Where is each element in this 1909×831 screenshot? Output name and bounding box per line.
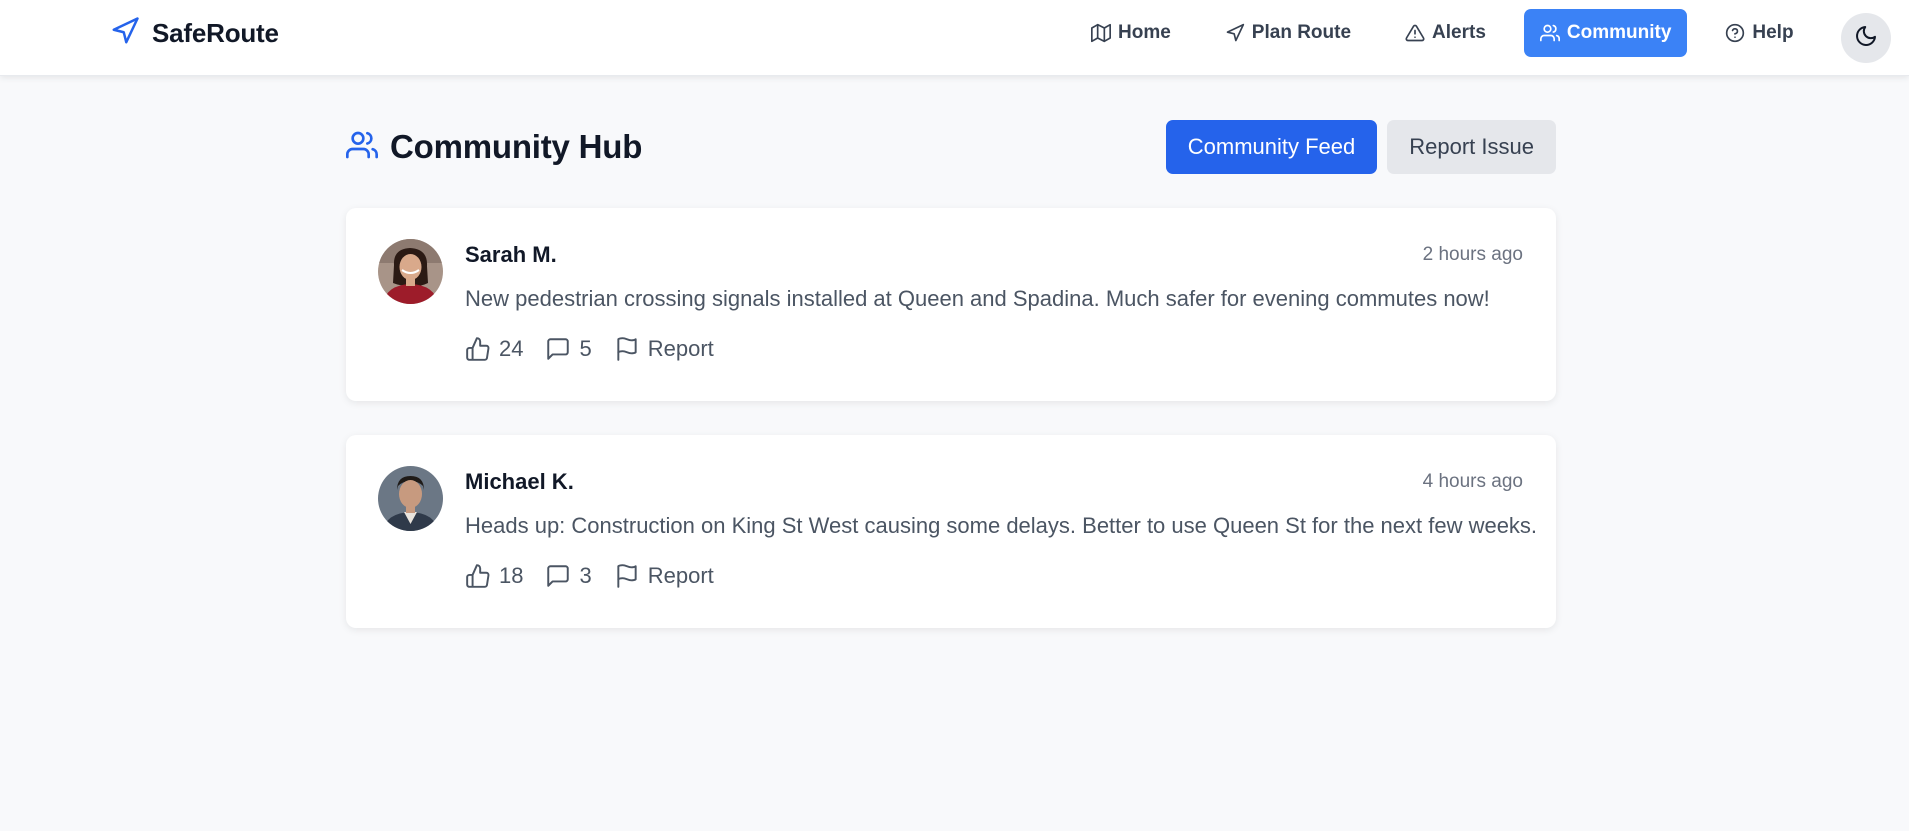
theme-toggle-button[interactable]	[1841, 13, 1891, 63]
report-button[interactable]: Report	[614, 336, 714, 362]
help-circle-icon	[1725, 23, 1745, 43]
like-count: 18	[499, 563, 524, 588]
nav-item-label: Community	[1566, 22, 1672, 43]
post-timestamp: 4 hours ago	[1422, 471, 1523, 492]
flag-icon	[614, 563, 640, 589]
message-square-icon	[545, 563, 571, 589]
post-timestamp: 2 hours ago	[1422, 244, 1523, 265]
moon-icon	[1854, 24, 1878, 53]
nav-item-alerts[interactable]: Alerts	[1389, 9, 1502, 57]
comment-button[interactable]: 5	[545, 336, 592, 362]
report-button[interactable]: Report	[614, 563, 714, 589]
report-label: Report	[647, 336, 714, 361]
post-actions: 18 3 Report	[465, 563, 714, 589]
hub-tabs: Community Feed Report Issue	[1165, 120, 1556, 174]
like-button[interactable]: 18	[465, 563, 523, 589]
tab-community-feed[interactable]: Community Feed	[1165, 120, 1378, 174]
thumbs-up-icon	[465, 336, 491, 362]
comment-count: 5	[579, 336, 592, 361]
report-label: Report	[647, 563, 714, 588]
post-card: Sarah M. 2 hours ago New pedestrian cros…	[346, 208, 1556, 401]
flag-icon	[614, 336, 640, 362]
like-button[interactable]: 24	[465, 336, 523, 362]
page-title-text: Community Hub	[390, 128, 643, 165]
users-icon	[346, 129, 378, 166]
nav-item-help[interactable]: Help	[1709, 9, 1809, 57]
page-title: Community Hub	[346, 128, 642, 166]
post-text: Heads up: Construction on King St West c…	[465, 513, 1538, 538]
navigation-icon	[110, 16, 140, 51]
post-author: Michael K.	[465, 469, 574, 494]
nav-item-label: Home	[1118, 22, 1171, 43]
hub-header: Community Hub Community Feed Report Issu…	[346, 76, 1556, 208]
avatar[interactable]	[378, 466, 443, 531]
nav-item-label: Alerts	[1432, 22, 1486, 43]
map-icon	[1091, 23, 1111, 43]
post-author: Sarah M.	[465, 242, 557, 267]
nav-item-home[interactable]: Home	[1075, 9, 1187, 57]
nav-item-community[interactable]: Community	[1523, 9, 1688, 57]
post-card: Michael K. 4 hours ago Heads up: Constru…	[346, 435, 1556, 628]
brand-logo[interactable]: SafeRoute	[110, 16, 279, 50]
main-nav: Home Plan Route Alerts Community Help	[1075, 9, 1810, 57]
post-actions: 24 5 Report	[465, 336, 714, 362]
alert-triangle-icon	[1405, 23, 1425, 43]
users-icon	[1539, 23, 1560, 43]
nav-item-label: Plan Route	[1251, 22, 1352, 43]
top-navbar: SafeRoute Home Plan Route Alerts Communi…	[0, 0, 1909, 76]
brand-name: SafeRoute	[152, 17, 279, 48]
tab-report-issue[interactable]: Report Issue	[1387, 120, 1556, 174]
avatar[interactable]	[378, 239, 443, 304]
thumbs-up-icon	[465, 563, 491, 589]
post-text: New pedestrian crossing signals installe…	[465, 286, 1490, 311]
nav-item-label: Help	[1752, 22, 1794, 43]
comment-count: 3	[579, 563, 592, 588]
navigation-icon	[1225, 23, 1245, 43]
like-count: 24	[499, 336, 524, 361]
comment-button[interactable]: 3	[545, 563, 592, 589]
nav-item-plan-route[interactable]: Plan Route	[1209, 9, 1367, 57]
community-hub-main: Community Hub Community Feed Report Issu…	[346, 76, 1556, 662]
message-square-icon	[545, 336, 571, 362]
